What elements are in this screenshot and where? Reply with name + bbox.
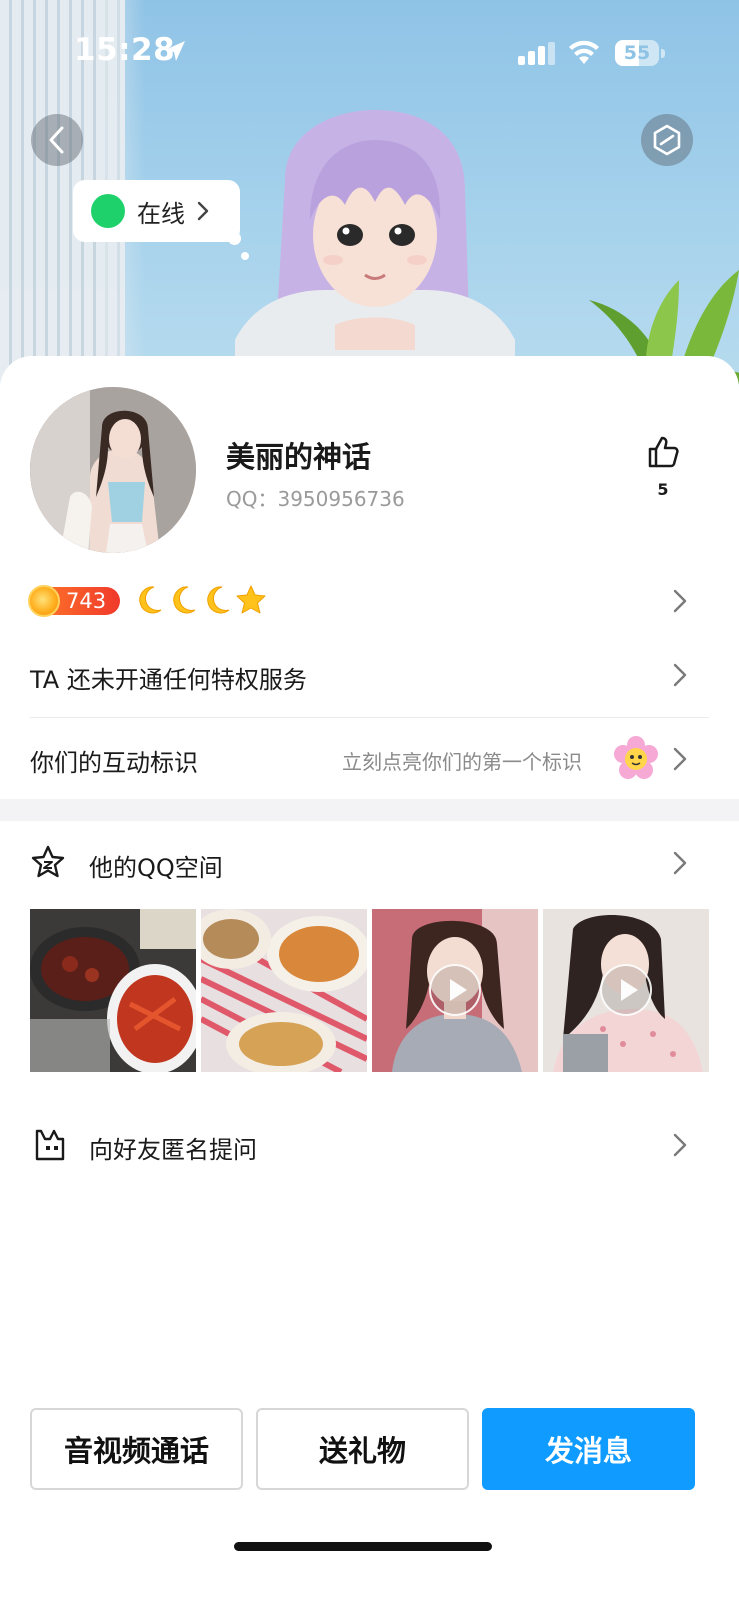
- bubble-tail: [228, 232, 241, 245]
- cellular-signal-icon: [518, 42, 555, 65]
- qzone-thumbnails: [30, 909, 709, 1072]
- action-bar: 音视频通话 送礼物 发消息: [30, 1408, 709, 1490]
- star-icon: [236, 584, 266, 616]
- profile-avatar[interactable]: [30, 387, 196, 553]
- chevron-right-icon: [672, 662, 688, 688]
- qzone-thumbnail[interactable]: [372, 909, 538, 1072]
- moon-icon: [168, 584, 198, 616]
- play-icon: [429, 964, 481, 1016]
- qzone-star-icon: [31, 845, 65, 878]
- divider: [30, 717, 709, 718]
- battery-level-text: 55: [623, 42, 651, 64]
- moon-icon: [134, 584, 164, 616]
- interaction-mark-row[interactable]: 你们的互动标识 立刻点亮你们的第一个标识: [30, 736, 709, 782]
- online-status-bubble[interactable]: 在线: [73, 180, 240, 242]
- status-bar: 15:28 55: [0, 0, 739, 100]
- online-dot-icon: [91, 194, 125, 228]
- level-number: 743: [66, 589, 107, 613]
- play-icon: [600, 964, 652, 1016]
- chevron-right-icon: [672, 850, 688, 876]
- noodles-table-photo: [201, 909, 367, 1072]
- interaction-hint: 立刻点亮你们的第一个标识: [342, 750, 582, 774]
- chevron-right-icon: [672, 588, 688, 614]
- online-status-label: 在线: [137, 199, 185, 228]
- qq-level-row[interactable]: 743: [28, 584, 709, 620]
- flower-mark-icon: [614, 736, 658, 779]
- send-message-button[interactable]: 发消息: [482, 1408, 695, 1490]
- chevron-right-icon: [672, 1132, 688, 1158]
- anonymous-ask-icon: [35, 1129, 65, 1161]
- bubble-tail: [241, 252, 249, 260]
- send-gift-button[interactable]: 送礼物: [256, 1408, 469, 1490]
- home-indicator[interactable]: [234, 1542, 492, 1551]
- anonymous-question-row[interactable]: 向好友匿名提问: [30, 1126, 709, 1166]
- profile-card: 美丽的神话 QQ：3950956736 5 743 TA 还未开通任何特权服务 …: [0, 356, 739, 1600]
- video-call-button[interactable]: 音视频通话: [30, 1408, 243, 1490]
- crayfish-dinner-photo: [30, 909, 196, 1072]
- moon-icon: [202, 584, 232, 616]
- profile-nickname: 美丽的神话: [226, 440, 372, 474]
- qzone-thumbnail[interactable]: [201, 909, 367, 1072]
- chevron-left-icon: [49, 126, 64, 154]
- like-count: 5: [657, 480, 669, 499]
- qzone-thumbnail[interactable]: [30, 909, 196, 1072]
- qzone-title: 他的QQ空间: [89, 854, 223, 882]
- zplan-settings-button[interactable]: [641, 114, 693, 166]
- battery-indicator: 55: [615, 40, 665, 68]
- chevron-right-icon: [672, 746, 688, 772]
- privilege-row[interactable]: TA 还未开通任何特权服务: [30, 656, 709, 696]
- back-button[interactable]: [31, 114, 83, 166]
- section-gap: [0, 799, 739, 821]
- chevron-right-icon: [197, 201, 209, 221]
- qzone-thumbnail[interactable]: [543, 909, 709, 1072]
- status-time: 15:28: [74, 32, 176, 68]
- qzone-row[interactable]: 他的QQ空间: [30, 844, 709, 884]
- wifi-icon: [569, 40, 599, 64]
- privilege-label: TA 还未开通任何特权服务: [30, 666, 307, 694]
- anonymous-question-label: 向好友匿名提问: [89, 1136, 257, 1164]
- thumbs-up-icon[interactable]: [645, 434, 681, 470]
- hexagon-slash-icon: [653, 124, 681, 156]
- profile-qq-number: QQ：3950956736: [226, 487, 405, 511]
- level-icons: [134, 584, 266, 616]
- zplan-avatar-character: [235, 110, 515, 370]
- avatar-photo: [30, 387, 196, 553]
- interaction-label: 你们的互动标识: [30, 749, 198, 777]
- location-arrow-icon: [165, 41, 185, 61]
- level-badge: 743: [28, 585, 120, 617]
- level-crown-icon: [28, 585, 60, 617]
- profile-header-scene: 15:28 55 在线: [0, 0, 739, 400]
